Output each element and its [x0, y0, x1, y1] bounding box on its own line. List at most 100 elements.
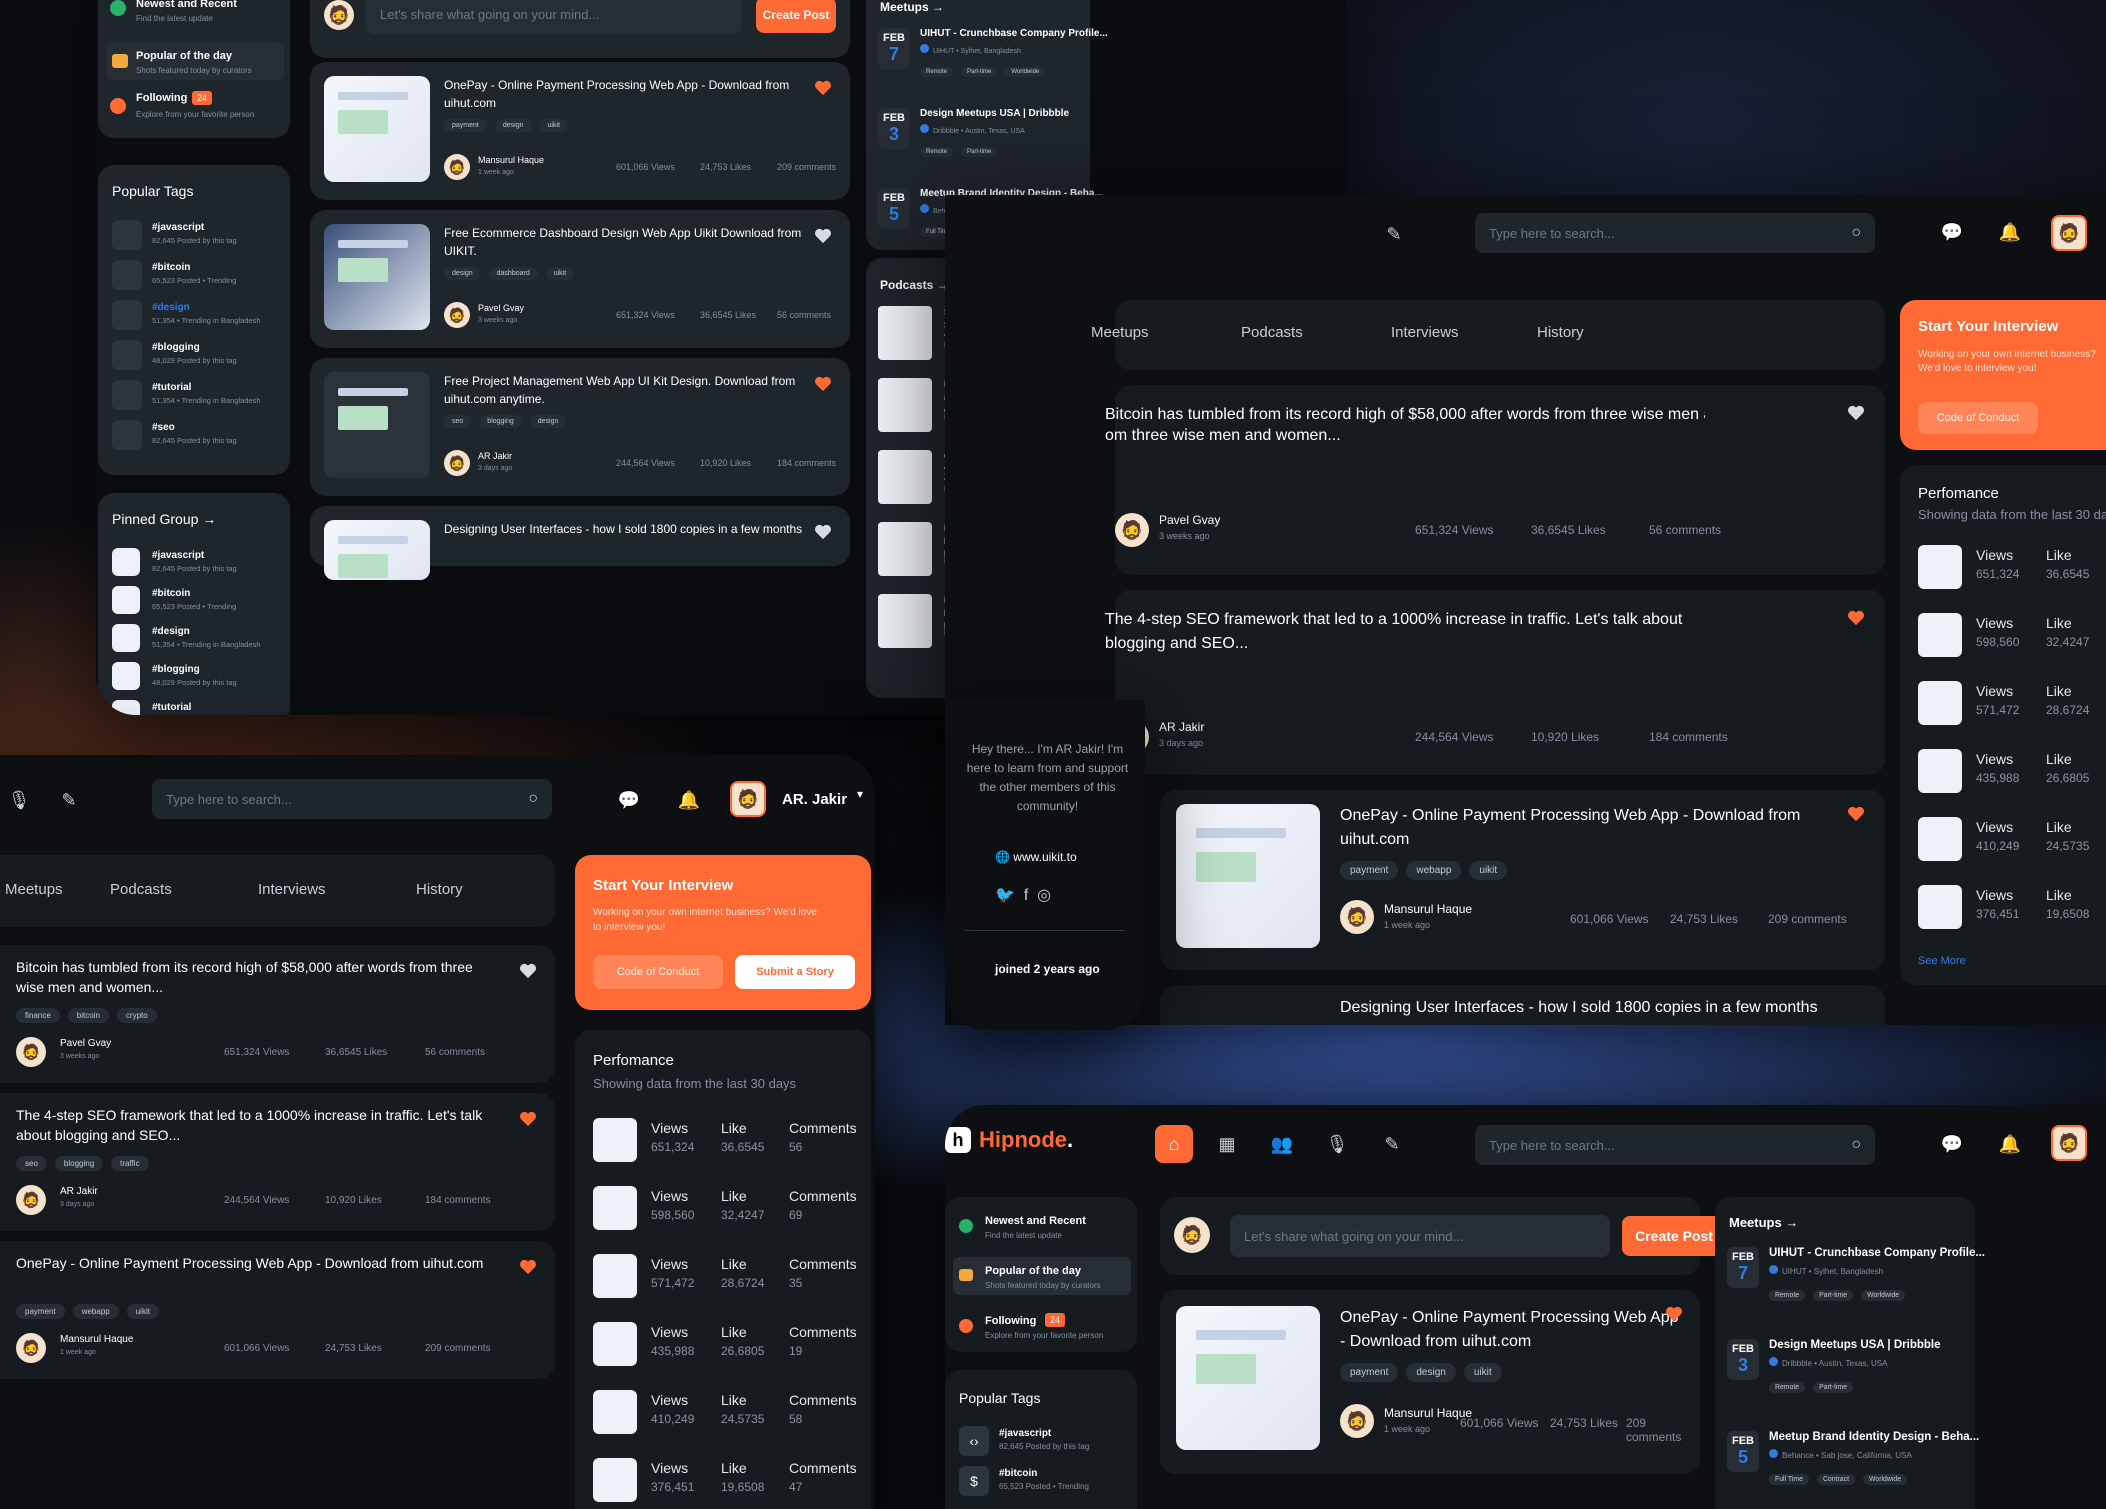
post-card[interactable]: The 4-step SEO framework that led to a 1…	[0, 1093, 555, 1231]
popular-tag-item[interactable]: #seo 82,645 Posted by this tag	[112, 420, 282, 454]
bell-icon[interactable]: 🔔	[672, 783, 706, 817]
user-name[interactable]: AR. Jakir	[782, 791, 847, 808]
pinned-group-item[interactable]: #bitcoin 65,523 Posted • Trending	[112, 586, 282, 620]
tab-interviews[interactable]: Interviews	[1391, 324, 1459, 341]
tab-podcasts[interactable]: Podcasts	[1241, 324, 1303, 341]
tag[interactable]: uikit	[1463, 1363, 1502, 1382]
post-thumbnail[interactable]	[324, 520, 430, 580]
meetup-item[interactable]: FEB 5 Meetup Brand Identity Design - Beha.…	[1727, 1431, 1979, 1509]
meetups-title[interactable]: Meetups →	[1729, 1215, 1798, 1230]
tag[interactable]: webapp	[72, 1304, 119, 1319]
performance-row[interactable]: Views 435,988 Like 26,6805	[1918, 749, 2106, 817]
create-post-button[interactable]: Create Post	[756, 0, 836, 33]
meetup-item[interactable]: FEB 7 UIHUT - Crunchbase Company Profile..…	[1727, 1247, 1985, 1328]
tag[interactable]: dashboard	[488, 267, 538, 280]
tab-meetups[interactable]: Meetups	[5, 881, 63, 898]
bell-icon[interactable]: 🔔	[1993, 215, 2027, 249]
tab-podcasts[interactable]: Podcasts	[110, 881, 172, 898]
post-card[interactable]: OnePay - Online Payment Processing Web A…	[1160, 1290, 1700, 1474]
search-input[interactable]: Type here to search... ○	[1475, 1125, 1875, 1165]
bell-icon[interactable]: 🔔	[1993, 1127, 2027, 1161]
submit-story-button[interactable]: Submit a Story	[735, 955, 855, 989]
pinned-group-title[interactable]: Pinned Group →	[112, 511, 216, 527]
post-title[interactable]: The 4-step SEO framework that led to a 1…	[1105, 608, 1725, 656]
home-icon[interactable]: ⌂	[1155, 1125, 1193, 1163]
avatar[interactable]: 🧔	[2051, 215, 2087, 251]
tag[interactable]: finance	[16, 1008, 60, 1023]
tools-icon[interactable]: ✎	[1375, 1127, 1409, 1161]
post-title[interactable]: OnePay - Online Payment Processing Web A…	[16, 1253, 486, 1273]
tab-history[interactable]: History	[416, 881, 463, 898]
author-name[interactable]: AR Jakir	[1159, 720, 1204, 734]
search-input[interactable]: Type here to search... ○	[1475, 213, 1875, 253]
filter-title[interactable]: Newest and Recent	[985, 1215, 1086, 1227]
see-more-link[interactable]: See More	[1918, 955, 1966, 967]
profile-website[interactable]: 🌐 www.uikit.to	[995, 850, 1077, 864]
popular-tag-item[interactable]: #blogging 48,029 Posted by this tag	[112, 340, 282, 374]
meetup-item[interactable]: FEB 7 UIHUT - Crunchbase Company Profile..…	[878, 28, 1108, 98]
post-title[interactable]: Bitcoin has tumbled from its record high…	[1105, 403, 1705, 427]
heart-icon[interactable]	[519, 1111, 537, 1127]
post-card[interactable]: OnePay - Online Payment Processing Web A…	[1160, 790, 1885, 970]
post-card[interactable]: Designing User Interfaces - how I sold 1…	[1160, 985, 1885, 1025]
performance-row[interactable]: Views 598,560 Like 32,4247	[1918, 613, 2106, 681]
search-input[interactable]: Type here to search... ○	[152, 779, 552, 819]
popular-tag-item[interactable]: #bitcoin 65,523 Posted • Trending	[112, 260, 282, 294]
performance-row[interactable]: Views 598,560 Like 32,4247 Comments 69	[593, 1186, 863, 1254]
tag[interactable]: design	[529, 415, 567, 428]
pinned-group-item[interactable]: #javascript 82,645 Posted by this tag	[112, 548, 282, 582]
performance-row[interactable]: Views 410,249 Like 24,5735	[1918, 817, 2106, 885]
post-title[interactable]: OnePay - Online Payment Processing Web A…	[444, 76, 804, 112]
meetup-item[interactable]: FEB 3 Design Meetups USA | Dribbble Dribbbl…	[1727, 1339, 1967, 1420]
performance-row[interactable]: Views 410,249 Like 24,5735 Comments 58	[593, 1390, 863, 1458]
post-title[interactable]: Free Project Management Web App UI Kit D…	[444, 372, 804, 408]
chat-icon[interactable]: 💬	[1935, 215, 1969, 249]
chevron-down-icon[interactable]: ▾	[857, 787, 863, 801]
pinned-group-item[interactable]: #blogging 48,029 Posted by this tag	[112, 662, 282, 696]
tag[interactable]: uikit	[1469, 861, 1508, 880]
heart-icon[interactable]	[814, 524, 832, 540]
tag[interactable]: webapp	[1406, 861, 1462, 880]
performance-row[interactable]: Views 376,451 Like 19,6508	[1918, 885, 2106, 953]
heart-icon[interactable]	[814, 80, 832, 96]
avatar[interactable]: 🧔	[730, 781, 766, 817]
chat-icon[interactable]: 💬	[612, 783, 646, 817]
performance-row[interactable]: Views 651,324 Like 36,6545 Comments 56	[593, 1118, 863, 1186]
create-post-button[interactable]: Create Post	[1622, 1216, 1726, 1256]
heart-icon[interactable]	[814, 228, 832, 244]
heart-icon[interactable]	[519, 963, 537, 979]
author-name[interactable]: Pavel Gvay	[60, 1038, 111, 1049]
post-title[interactable]: Free Ecommerce Dashboard Design Web App …	[444, 224, 804, 260]
author-name[interactable]: AR Jakir	[478, 451, 512, 461]
meetups-title[interactable]: Meetups →	[880, 0, 944, 14]
avatar[interactable]: 🧔	[1174, 1217, 1210, 1253]
post-card[interactable]: Free Project Management Web App UI Kit D…	[310, 358, 850, 496]
tag[interactable]: bitcoin	[67, 1008, 109, 1023]
avatar[interactable]: 🧔	[2051, 1125, 2087, 1161]
post-card[interactable]: OnePay - Online Payment Processing Web A…	[0, 1241, 555, 1379]
post-thumbnail[interactable]	[1176, 804, 1320, 948]
performance-row[interactable]: Views 571,472 Like 28,6724 Comments 35	[593, 1254, 863, 1322]
tag-name[interactable]: #javascript	[999, 1428, 1051, 1439]
tag[interactable]: design	[1406, 1363, 1456, 1382]
tag[interactable]: payment	[16, 1304, 65, 1319]
filter-title[interactable]: Following	[985, 1315, 1036, 1327]
popular-tag-item[interactable]: #tutorial 51,354 • Trending in Bangladesh	[112, 380, 282, 414]
calendar-icon[interactable]: ▦	[1210, 1127, 1244, 1161]
popular-tag-item[interactable]: #design 51,354 • Trending in Bangladesh	[112, 300, 282, 334]
author-name[interactable]: Pavel Gvay	[478, 303, 524, 313]
post-title[interactable]: Designing User Interfaces - how I sold 1…	[444, 520, 804, 538]
tag[interactable]: seo	[444, 415, 472, 428]
facebook-icon[interactable]: f	[1024, 887, 1028, 904]
post-card[interactable]: Bitcoin has tumbled from its record high…	[0, 945, 555, 1083]
author-name[interactable]: Mansurul Haque	[1384, 902, 1472, 916]
code-of-conduct-button[interactable]: Code of Conduct	[1918, 402, 2038, 434]
heart-icon[interactable]	[519, 1259, 537, 1275]
author-name[interactable]: AR Jakir	[60, 1186, 98, 1197]
heart-icon[interactable]	[1847, 610, 1865, 626]
post-card[interactable]: Designing User Interfaces - how I sold 1…	[310, 506, 850, 580]
meetup-item[interactable]: FEB 3 Design Meetups USA | Dribbble Dribbbl…	[878, 108, 1083, 178]
tag[interactable]: payment	[444, 119, 487, 132]
tag[interactable]: uikit	[126, 1304, 159, 1319]
tag[interactable]: seo	[16, 1156, 47, 1171]
